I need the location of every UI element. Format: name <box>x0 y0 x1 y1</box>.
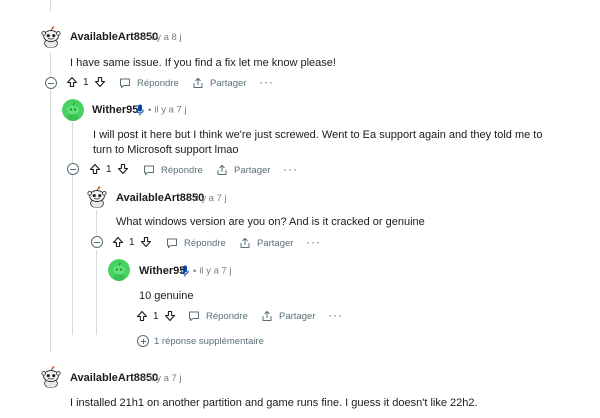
arrow-down-icon[interactable] <box>140 236 152 248</box>
collapse-button[interactable] <box>91 236 103 248</box>
share-button[interactable]: Partager <box>239 237 293 249</box>
username[interactable]: Wither95 <box>139 265 185 277</box>
arrow-up-icon[interactable] <box>66 76 78 88</box>
arrow-down-icon[interactable] <box>117 163 129 175</box>
comment-age: • il y a 7 j <box>143 373 182 384</box>
snoo-avatar-icon <box>40 366 62 388</box>
speech-bubble-icon <box>119 77 131 89</box>
comment-age-text: il y a 7 j <box>149 373 182 384</box>
share-label: Partager <box>257 237 294 249</box>
more-options-button[interactable]: ··· <box>259 75 274 89</box>
share-label: Partager <box>234 164 271 176</box>
avatar[interactable] <box>86 186 108 208</box>
arrow-up-icon[interactable] <box>136 310 148 322</box>
more-options-button[interactable]: ··· <box>306 235 321 249</box>
snoo-avatar-icon <box>86 186 108 208</box>
thread-line <box>50 0 51 12</box>
reply-button[interactable]: Répondre <box>119 77 179 89</box>
share-icon <box>239 237 251 249</box>
microphone-icon <box>136 104 144 116</box>
microphone-icon <box>181 265 189 277</box>
more-options-button[interactable]: ··· <box>283 162 298 176</box>
vote-widget: 1 <box>136 310 176 322</box>
arrow-down-icon[interactable] <box>94 76 106 88</box>
share-label: Partager <box>210 77 247 89</box>
collapse-button[interactable] <box>45 77 57 89</box>
comment-age-text: il y a 7 j <box>199 265 232 277</box>
vote-widget: 1 <box>66 76 106 88</box>
speech-bubble-icon <box>166 237 178 249</box>
comment-age: • il y a 7 j <box>188 193 227 204</box>
reply-label: Répondre <box>206 310 248 322</box>
comment-age-text: il y a 7 j <box>154 104 187 116</box>
comment-age-text: il y a 8 j <box>149 32 182 43</box>
vote-count: 1 <box>83 76 89 88</box>
share-button[interactable]: Partager <box>216 164 270 176</box>
share-label: Partager <box>279 310 316 322</box>
share-icon <box>216 164 228 176</box>
green-avatar-icon <box>108 259 130 281</box>
snoo-avatar-icon <box>40 26 62 48</box>
speech-bubble-icon <box>143 164 155 176</box>
reply-button[interactable]: Répondre <box>166 237 226 249</box>
vote-count: 1 <box>153 310 159 322</box>
comment-body: 10 genuine <box>139 290 194 302</box>
username[interactable]: Wither95 <box>92 104 138 116</box>
vote-widget: 1 <box>112 236 152 248</box>
reply-label: Répondre <box>184 237 226 249</box>
vote-count: 1 <box>106 163 112 175</box>
comment-body: I installed 21h1 on another partition an… <box>70 397 478 409</box>
comment-body: What windows version are you on? And is … <box>116 216 425 228</box>
green-avatar-icon <box>62 99 84 121</box>
comment-age: • il y a 7 j <box>136 104 187 116</box>
speech-bubble-icon <box>188 310 200 322</box>
vote-count: 1 <box>129 236 135 248</box>
comment-age: • il y a 8 j <box>143 32 182 43</box>
collapse-button[interactable] <box>67 163 79 175</box>
thread-line <box>96 250 97 335</box>
arrow-up-icon[interactable] <box>112 236 124 248</box>
more-replies-link[interactable]: 1 réponse supplémentaire <box>154 336 264 347</box>
share-icon <box>192 77 204 89</box>
comment-age-text: il y a 7 j <box>194 193 227 204</box>
reply-button[interactable]: Répondre <box>143 164 203 176</box>
arrow-down-icon[interactable] <box>164 310 176 322</box>
reply-label: Répondre <box>161 164 203 176</box>
thread-line <box>50 82 51 352</box>
avatar[interactable] <box>62 99 84 121</box>
more-options-button[interactable]: ··· <box>328 308 343 322</box>
arrow-up-icon[interactable] <box>89 163 101 175</box>
share-button[interactable]: Partager <box>261 310 315 322</box>
vote-widget: 1 <box>89 163 129 175</box>
comment-age: • il y a 7 j <box>181 265 232 277</box>
avatar[interactable] <box>108 259 130 281</box>
avatar[interactable] <box>40 26 62 48</box>
share-icon <box>261 310 273 322</box>
plus-circle-icon[interactable] <box>137 335 149 347</box>
share-button[interactable]: Partager <box>192 77 246 89</box>
thread-line <box>72 122 73 167</box>
thread-line <box>72 175 73 335</box>
comment-body: I will post it here but I think we're ju… <box>93 129 543 156</box>
reply-button[interactable]: Répondre <box>188 310 248 322</box>
reply-label: Répondre <box>137 77 179 89</box>
comment-body: I have same issue. If you find a fix let… <box>70 57 336 69</box>
avatar[interactable] <box>40 366 62 388</box>
